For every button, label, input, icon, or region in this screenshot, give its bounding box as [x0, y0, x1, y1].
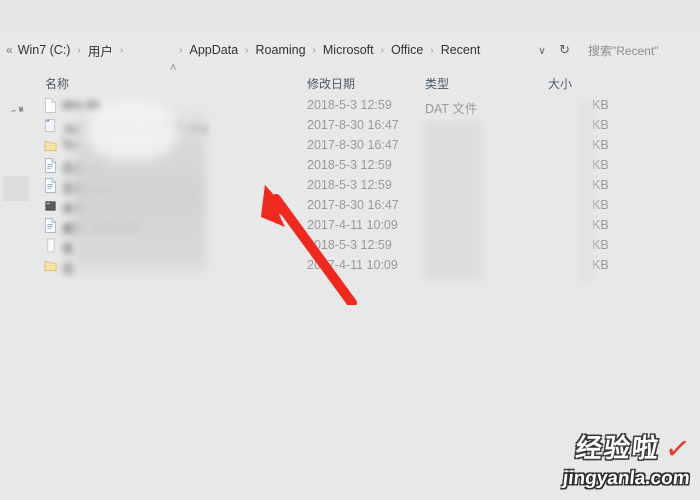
- doc-file-icon: [44, 218, 57, 233]
- file-list[interactable]: dex.da 2018-5-3 12:59 DAT 文件 KB .tep 5. …: [0, 96, 700, 276]
- breadcrumb-item-win7-c[interactable]: Win7 (C:): [16, 42, 73, 58]
- column-header-row: 名称 修改日期 类型 大小: [0, 72, 700, 94]
- table-row[interactable]: Ten 2017-8-30 16:47 KB: [0, 136, 700, 156]
- column-header-size[interactable]: 大小: [548, 75, 572, 92]
- doc-file-icon: [44, 158, 57, 173]
- watermark-url: jingyanla.com: [562, 468, 692, 489]
- column-header-type[interactable]: 类型: [425, 75, 449, 92]
- file-size-unit: KB: [592, 258, 609, 272]
- file-size-unit: KB: [592, 118, 609, 132]
- breadcrumb-separator-icon[interactable]: ›: [72, 45, 85, 56]
- table-row[interactable]: dex.da 2018-5-3 12:59 DAT 文件 KB: [0, 96, 700, 116]
- generic-file-icon: [44, 238, 57, 253]
- file-name[interactable]: dex.da: [62, 98, 100, 112]
- file-date-modified: 2018-5-3 12:59: [307, 238, 392, 252]
- exe-file-icon: [44, 198, 57, 213]
- breadcrumb-overflow-icon[interactable]: «: [6, 43, 13, 57]
- breadcrumb-item-users[interactable]: 用户: [86, 40, 115, 61]
- shortcut-icon: [44, 118, 57, 133]
- breadcrumb-separator-icon[interactable]: ›: [240, 45, 253, 56]
- table-row[interactable]: .tep 5. 入到Wi. 画面中.doc 2017-8-30 16:47 KB: [0, 116, 700, 136]
- table-row[interactable]: 百度 oc 2018-5-3 12:59 KB: [0, 156, 700, 176]
- table-row[interactable]: 百度 ocx 2018-5-3 12:59 KB: [0, 176, 700, 196]
- column-header-date-modified[interactable]: 修改日期: [307, 75, 355, 92]
- chevron-down-icon[interactable]: ∨: [531, 44, 553, 57]
- file-size-unit: KB: [592, 158, 609, 172]
- file-size-unit: KB: [592, 98, 609, 112]
- breadcrumb-separator-icon[interactable]: ›: [174, 45, 187, 56]
- search-placeholder: 搜索"Recent": [588, 43, 659, 58]
- table-row[interactable]: 迅 2017-4-11 10:09 KB: [0, 256, 700, 276]
- breadcrumb-item-office[interactable]: Office: [389, 42, 425, 58]
- file-name[interactable]: 迅: [62, 258, 75, 277]
- folder-icon: [44, 138, 57, 153]
- breadcrumb-item-microsoft[interactable]: Microsoft: [321, 42, 376, 58]
- folder-icon: [44, 258, 57, 273]
- file-name[interactable]: 本地 -): [62, 198, 99, 217]
- file-size-unit: KB: [592, 198, 609, 212]
- column-header-name[interactable]: 名称: [45, 75, 69, 92]
- docx-file-icon: [44, 178, 57, 193]
- breadcrumb-separator-icon[interactable]: ›: [425, 45, 438, 56]
- breadcrumb-item-roaming[interactable]: Roaming: [254, 42, 308, 58]
- watermark: 经验啦✓ jingyanla.com: [562, 431, 693, 489]
- file-type: DAT 文件: [425, 102, 478, 116]
- file-date-modified: 2018-5-3 12:59: [307, 98, 392, 112]
- check-icon: ✓: [662, 431, 693, 468]
- search-input[interactable]: 搜索"Recent": [588, 39, 700, 61]
- file-name[interactable]: 百度 oc: [62, 158, 104, 177]
- file-date-modified: 2018-5-3 12:59: [307, 158, 392, 172]
- file-name[interactable]: Ten: [62, 138, 82, 152]
- file-name[interactable]: 威势 画面切换: [62, 218, 140, 237]
- breadcrumb-separator-icon[interactable]: ›: [115, 45, 128, 56]
- file-date-modified: 2017-8-30 16:47: [307, 118, 399, 132]
- file-size-unit: KB: [592, 218, 609, 232]
- file-size-unit: KB: [592, 178, 609, 192]
- file-name[interactable]: 我: [62, 238, 75, 257]
- table-row[interactable]: 本地 -) 2017-8-30 16:47 KB: [0, 196, 700, 216]
- file-date-modified: 2017-4-11 10:09: [307, 258, 398, 272]
- file-date-modified: 2017-8-30 16:47: [307, 138, 399, 152]
- breadcrumb-separator-icon[interactable]: ›: [376, 45, 389, 56]
- table-row[interactable]: 我 2018-5-3 12:59 KB: [0, 236, 700, 256]
- watermark-brand-cn: 经验啦: [574, 433, 662, 463]
- breadcrumb-item-username-redacted[interactable]: [128, 44, 175, 56]
- window-top-strip: [0, 0, 700, 34]
- file-name[interactable]: 百度 ocx: [62, 178, 110, 197]
- file-size-unit: KB: [592, 238, 609, 252]
- file-date-modified: 2017-4-11 10:09: [307, 218, 398, 232]
- file-size-unit: KB: [592, 138, 609, 152]
- file-date-modified: 2018-5-3 12:59: [307, 178, 392, 192]
- breadcrumb-separator-icon[interactable]: ›: [308, 45, 321, 56]
- breadcrumb-item-appdata[interactable]: AppData: [188, 42, 241, 58]
- refresh-icon[interactable]: ↻: [553, 42, 576, 58]
- address-bar[interactable]: « Win7 (C:) › 用户 › › AppData › Roaming ›…: [0, 34, 700, 66]
- dat-file-icon: [44, 98, 57, 113]
- file-date-modified: 2017-8-30 16:47: [307, 198, 399, 212]
- table-row[interactable]: 威势 画面切换 2017-4-11 10:09 KB: [0, 216, 700, 236]
- breadcrumb-item-recent[interactable]: Recent: [439, 42, 483, 58]
- file-name[interactable]: .tep 5. 入到Wi. 画面中.doc: [62, 118, 208, 137]
